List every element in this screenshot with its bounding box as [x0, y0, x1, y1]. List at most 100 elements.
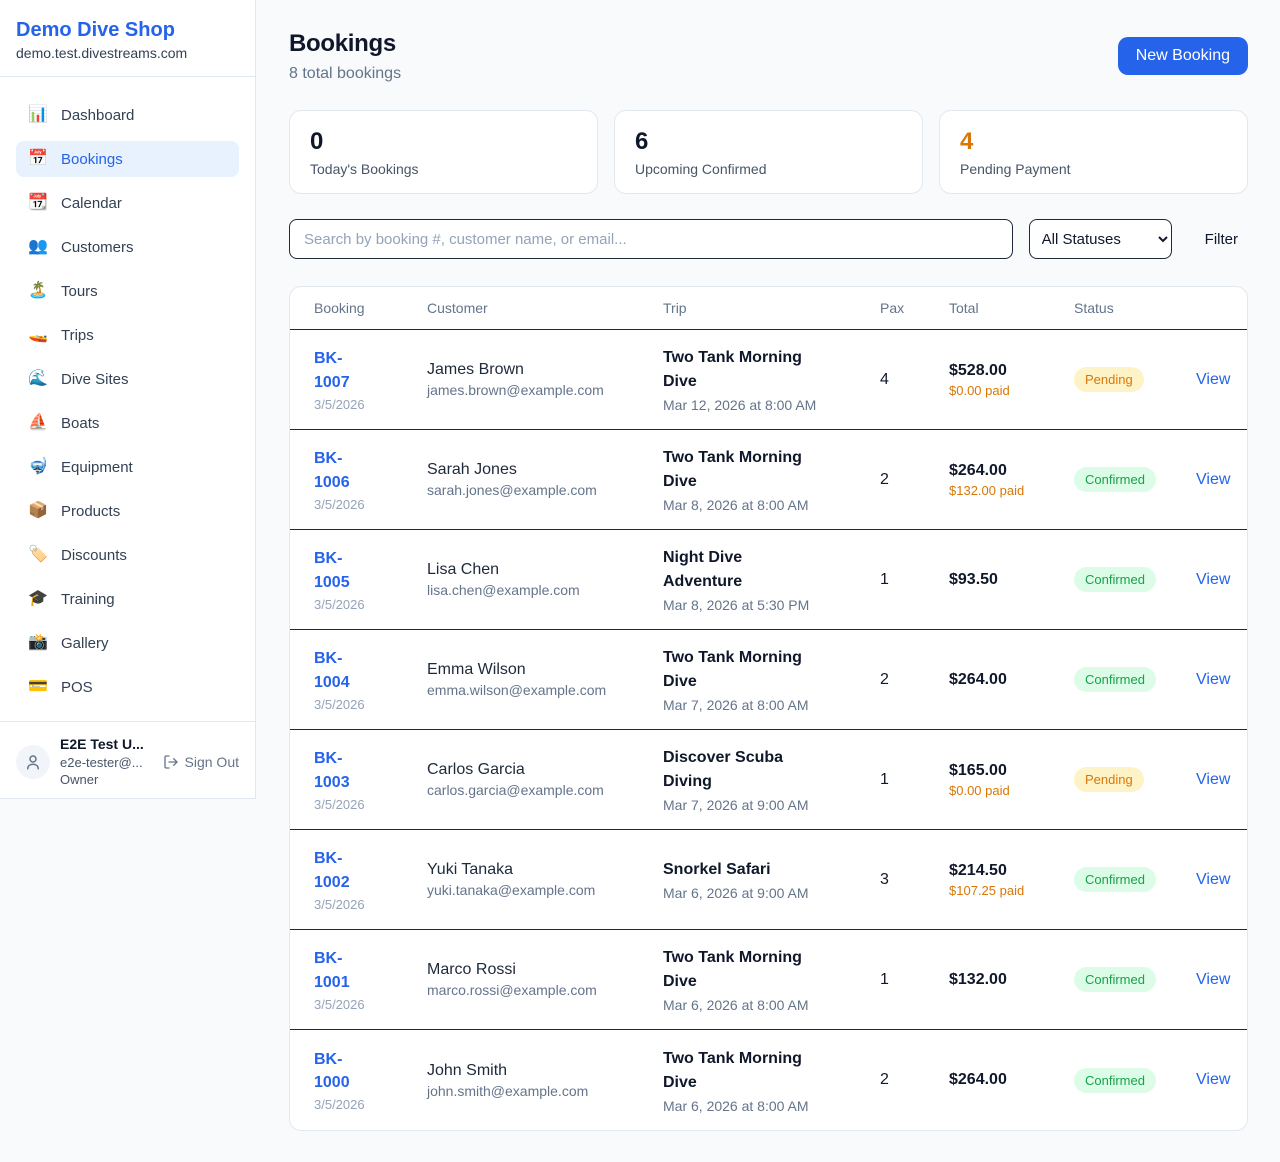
- dashboard-icon: 📊: [28, 105, 48, 125]
- view-link[interactable]: View: [1196, 671, 1230, 688]
- stat-card: 0 Today's Bookings: [289, 110, 598, 194]
- view-link[interactable]: View: [1196, 371, 1230, 388]
- search-input[interactable]: [289, 219, 1013, 259]
- trip-datetime: Mar 7, 2026 at 8:00 AM: [663, 697, 880, 713]
- status-cell: Confirmed: [1074, 867, 1196, 892]
- filter-button[interactable]: Filter: [1205, 231, 1238, 248]
- booking-id-link[interactable]: BK-1006: [314, 447, 372, 493]
- booking-id-link[interactable]: BK-1007: [314, 347, 372, 393]
- booking-id-link[interactable]: BK-1001: [314, 947, 372, 993]
- stats-row: 0 Today's Bookings 6 Upcoming Confirmed …: [289, 110, 1248, 194]
- booking-id-link[interactable]: BK-1003: [314, 747, 372, 793]
- discounts-icon: 🏷️: [28, 545, 48, 565]
- sidebar-item-equipment[interactable]: 🤿 Equipment: [16, 449, 239, 485]
- user-email: e2e-tester@...: [60, 755, 144, 771]
- customer-email: yuki.tanaka@example.com: [427, 882, 663, 898]
- sign-out-button[interactable]: Sign Out: [163, 754, 239, 770]
- sidebar: Demo Dive Shop demo.test.divestreams.com…: [0, 0, 256, 799]
- customer-cell: Marco Rossi marco.rossi@example.com: [427, 961, 663, 998]
- sidebar-item-gallery[interactable]: 📸 Gallery: [16, 625, 239, 661]
- sidebar-item-tours[interactable]: 🏝️ Tours: [16, 273, 239, 309]
- user-name: E2E Test U...: [60, 736, 144, 754]
- view-link[interactable]: View: [1196, 471, 1230, 488]
- sidebar-item-dive-sites[interactable]: 🌊 Dive Sites: [16, 361, 239, 397]
- new-booking-button[interactable]: New Booking: [1118, 37, 1248, 75]
- sidebar-item-label: Calendar: [61, 195, 122, 212]
- status-cell: Confirmed: [1074, 967, 1196, 992]
- paid-amount: $107.25 paid: [949, 883, 1041, 898]
- customer-email: marco.rossi@example.com: [427, 982, 663, 998]
- actions-cell: View: [1196, 871, 1230, 889]
- total-cell: $93.50: [949, 571, 1074, 589]
- gallery-icon: 📸: [28, 633, 48, 653]
- trip-name: Two Tank Morning Dive: [663, 646, 823, 694]
- status-cell: Confirmed: [1074, 467, 1196, 492]
- stat-value: 6: [635, 128, 902, 156]
- trip-name: Discover Scuba Diving: [663, 746, 823, 794]
- stat-value: 4: [960, 128, 1227, 156]
- sidebar-item-discounts[interactable]: 🏷️ Discounts: [16, 537, 239, 573]
- booking-id-link[interactable]: BK-1000: [314, 1048, 372, 1094]
- stat-card: 4 Pending Payment: [939, 110, 1248, 194]
- status-cell: Confirmed: [1074, 567, 1196, 592]
- sidebar-nav: 📊 Dashboard 📅 Bookings 📆 Calendar 👥 Cust…: [0, 77, 255, 721]
- total-amount: $528.00: [949, 362, 1074, 380]
- status-filter-select[interactable]: All Statuses: [1029, 219, 1172, 259]
- booking-date: 3/5/2026: [314, 1097, 427, 1112]
- stat-label: Today's Bookings: [310, 161, 577, 177]
- view-link[interactable]: View: [1196, 1071, 1230, 1088]
- paid-amount: $0.00 paid: [949, 383, 1041, 398]
- customer-name: Emma Wilson: [427, 661, 663, 679]
- sidebar-item-trips[interactable]: 🚤 Trips: [16, 317, 239, 353]
- sidebar-item-training[interactable]: 🎓 Training: [16, 581, 239, 617]
- column-header-trip: Trip: [663, 300, 880, 316]
- view-link[interactable]: View: [1196, 971, 1230, 988]
- booking-date: 3/5/2026: [314, 397, 427, 412]
- user-info: E2E Test U... e2e-tester@... Owner: [60, 736, 144, 788]
- table-row: BK-1000 3/5/2026 John Smith john.smith@e…: [290, 1030, 1247, 1130]
- table-row: BK-1006 3/5/2026 Sarah Jones sarah.jones…: [290, 430, 1247, 530]
- column-header-customer: Customer: [427, 300, 663, 316]
- boats-icon: ⛵: [28, 413, 48, 433]
- booking-cell: BK-1001 3/5/2026: [314, 947, 427, 1011]
- booking-cell: BK-1000 3/5/2026: [314, 1048, 427, 1112]
- sidebar-item-label: Bookings: [61, 151, 123, 168]
- status-badge: Confirmed: [1074, 567, 1156, 592]
- stat-label: Upcoming Confirmed: [635, 161, 902, 177]
- sidebar-item-bookings[interactable]: 📅 Bookings: [16, 141, 239, 177]
- paid-amount: $0.00 paid: [949, 783, 1041, 798]
- products-icon: 📦: [28, 501, 48, 521]
- table-row: BK-1003 3/5/2026 Carlos Garcia carlos.ga…: [290, 730, 1247, 830]
- booking-date: 3/5/2026: [314, 997, 427, 1012]
- page-header-text: Bookings 8 total bookings: [289, 30, 401, 83]
- trip-datetime: Mar 8, 2026 at 8:00 AM: [663, 497, 880, 513]
- sidebar-item-boats[interactable]: ⛵ Boats: [16, 405, 239, 441]
- view-link[interactable]: View: [1196, 771, 1230, 788]
- sidebar-item-products[interactable]: 📦 Products: [16, 493, 239, 529]
- trips-icon: 🚤: [28, 325, 48, 345]
- status-badge: Confirmed: [1074, 967, 1156, 992]
- customer-cell: Emma Wilson emma.wilson@example.com: [427, 661, 663, 698]
- booking-date: 3/5/2026: [314, 697, 427, 712]
- column-header-total: Total: [949, 300, 1074, 316]
- sidebar-item-customers[interactable]: 👥 Customers: [16, 229, 239, 265]
- actions-cell: View: [1196, 771, 1230, 789]
- view-link[interactable]: View: [1196, 871, 1230, 888]
- trip-name: Two Tank Morning Dive: [663, 1047, 823, 1095]
- booking-id-link[interactable]: BK-1004: [314, 647, 372, 693]
- booking-id-link[interactable]: BK-1002: [314, 847, 372, 893]
- sidebar-item-calendar[interactable]: 📆 Calendar: [16, 185, 239, 221]
- sidebar-item-dashboard[interactable]: 📊 Dashboard: [16, 97, 239, 133]
- sidebar-item-pos[interactable]: 💳 POS: [16, 669, 239, 705]
- actions-cell: View: [1196, 1071, 1230, 1089]
- customer-name: Carlos Garcia: [427, 761, 663, 779]
- pax-value: 1: [880, 971, 949, 989]
- status-badge: Confirmed: [1074, 867, 1156, 892]
- booking-id-link[interactable]: BK-1005: [314, 547, 372, 593]
- sidebar-user-section: E2E Test U... e2e-tester@... Owner Sign …: [0, 721, 255, 802]
- total-amount: $165.00: [949, 762, 1074, 780]
- customer-name: Lisa Chen: [427, 561, 663, 579]
- bookings-table: Booking Customer Trip Pax Total Status B…: [289, 286, 1248, 1131]
- view-link[interactable]: View: [1196, 571, 1230, 588]
- total-amount: $93.50: [949, 571, 1074, 589]
